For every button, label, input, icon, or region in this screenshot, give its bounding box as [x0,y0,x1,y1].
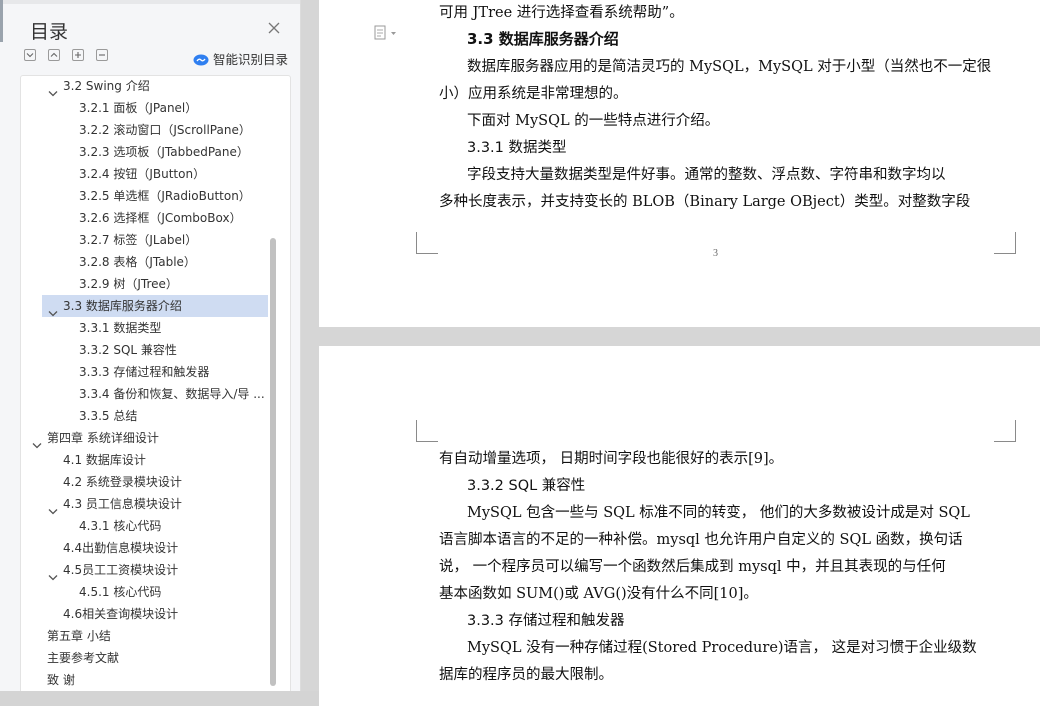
doc-paragraph-line: 基本函数如 SUM()或 AVG()没有什么不同[10]。 [439,586,758,602]
toc-item-label: 3.3.3 存储过程和触发器 [79,365,210,379]
toc-item-label: 第四章 系统详细设计 [47,431,159,445]
toc-item-label: 3.2.1 面板（JPanel） [79,101,198,115]
doc-paragraph-line: 多种长度表示，并支持变长的 BLOB（Binary Large OBject）类… [439,194,971,210]
toc-item-label: 4.5员工工资模块设计 [63,563,179,577]
toc-item-label: 3.2.5 单选框（JRadioButton） [79,189,251,203]
toc-item[interactable] [24,449,268,471]
doc-paragraph-line: 数据库服务器应用的是简洁灵巧的 MySQL，MySQL 对于小型（当然也不一定很 [467,59,992,75]
toc-item-label: 3.3.1 数据类型 [79,321,162,335]
cloud-icon [193,54,209,69]
chevron-down-icon[interactable] [48,303,58,317]
toc-item[interactable] [24,405,268,427]
doc-heading: 3.3.2 SQL 兼容性 [467,478,586,494]
chevron-down-icon[interactable] [32,435,42,449]
toc-scrollbar[interactable] [270,238,276,686]
toc-item-label: 4.5.1 核心代码 [79,585,162,599]
sidebar-title: 目录 [30,21,69,43]
close-icon[interactable] [266,20,282,36]
toc-item-label: 3.2.2 滚动窗口（JScrollPane） [79,123,251,137]
doc-paragraph-line: 说， 一个程序员可以编写一个函数然后集成到 mysql 中，并且其表现的与任何 [439,559,946,575]
toc-item-label: 致 谢 [47,673,75,687]
toc-item-label: 3.3.5 总结 [79,409,138,423]
doc-paragraph-line: 字段支持大量数据类型是件好事。通常的整数、浮点数、字符串和数字均以 [467,167,946,183]
page-margin-mark [416,420,438,442]
sidebar-top-strip [0,0,300,4]
toc-item-label: 3.3.2 SQL 兼容性 [79,343,177,357]
toc-item-label: 4.2 系统登录模块设计 [63,475,182,489]
toc-item-label: 4.4出勤信息模块设计 [63,541,179,555]
chevron-down-icon[interactable] [48,83,58,97]
toc-item-label: 第五章 小结 [47,629,111,643]
doc-heading: 3.3.3 存储过程和触发器 [467,613,625,629]
toc-item-label: 3.2 Swing 介绍 [63,79,150,93]
toc-item-label: 3.3 数据库服务器介绍 [63,299,182,313]
doc-paragraph-line: 下面对 MySQL 的一些特点进行介绍。 [467,113,720,129]
document-page-3: 可用 JTree 进行选择查看系统帮助”。 3.3 数据库服务器介绍数据库服务器应… [319,0,1040,327]
toc-item-label: 3.2.4 按钮（JButton） [79,167,206,181]
page-margin-mark [994,420,1016,442]
document-options-icon[interactable] [374,25,398,45]
toc-item-label: 3.2.6 选择框（JComboBox） [79,211,242,225]
page-margin-mark [416,232,438,254]
doc-paragraph-line: MySQL 包含一些与 SQL 标准不同的转变， 他们的大多数被设计成是对 SQ… [467,505,970,521]
expand-all-icon[interactable] [48,49,60,61]
add-heading-icon[interactable] [72,49,84,61]
chevron-down-icon[interactable] [48,501,58,515]
toc-item-label: 3.2.9 树（JTree） [79,277,178,291]
doc-paragraph-line: 可用 JTree 进行选择查看系统帮助”。 [439,5,684,21]
sidebar-edge-marker [0,0,3,42]
smart-toc-button[interactable]: 智能识别目录 [193,49,288,69]
smart-toc-label: 智能识别目录 [213,52,289,67]
page-number: 3 [713,248,718,259]
doc-paragraph-line: 有自动增量选项， 日期时间字段也能很好的表示[9]。 [439,451,784,467]
toc-item-label: 4.3.1 核心代码 [79,519,162,533]
doc-paragraph-line: 小）应用系统是非常理想的。 [439,86,628,102]
toc-item-label: 3.2.8 表格（JTable） [79,255,196,269]
toc-item-label: 主要参考文献 [47,651,120,665]
doc-heading: 3.3 数据库服务器介绍 [467,30,619,48]
toc-item-label: 3.2.3 选项板（JTabbedPane） [79,145,249,159]
toc-item-label: 4.6相关查询模块设计 [63,607,179,621]
doc-heading: 3.3.1 数据类型 [467,140,567,156]
doc-paragraph-line: MySQL 没有一种存储过程(Stored Procedure)语言， 这是对习… [467,640,977,656]
collapse-all-icon[interactable] [24,49,36,61]
document-area: 可用 JTree 进行选择查看系统帮助”。 3.3 数据库服务器介绍数据库服务器应… [301,0,1040,706]
page-margin-mark [994,232,1016,254]
doc-paragraph-line: 据库的程序员的最大限制。 [439,667,613,683]
toc-item-label: 3.3.4 备份和恢复、数据导入/导 ... [79,387,265,401]
remove-heading-icon[interactable] [96,49,108,61]
toc-item-label: 4.1 数据库设计 [63,453,146,467]
toc-sidebar: 目录 智能识别目录 3.2 Swing 介绍 3.2.1 面板（JPanel） 3.… [0,0,301,691]
doc-paragraph-line: 语言脚本语言的不足的一种补偿。mysql 也允许用户自定义的 SQL 函数，换句… [439,532,963,548]
chevron-down-icon[interactable] [48,567,58,581]
toc-item-label: 4.3 员工信息模块设计 [63,497,182,511]
toc-item-label: 3.2.7 标签（JLabel） [79,233,198,247]
document-page-4: 有自动增量选项， 日期时间字段也能很好的表示[9]。 3.3.2 SQL 兼容性 M… [319,346,1040,706]
